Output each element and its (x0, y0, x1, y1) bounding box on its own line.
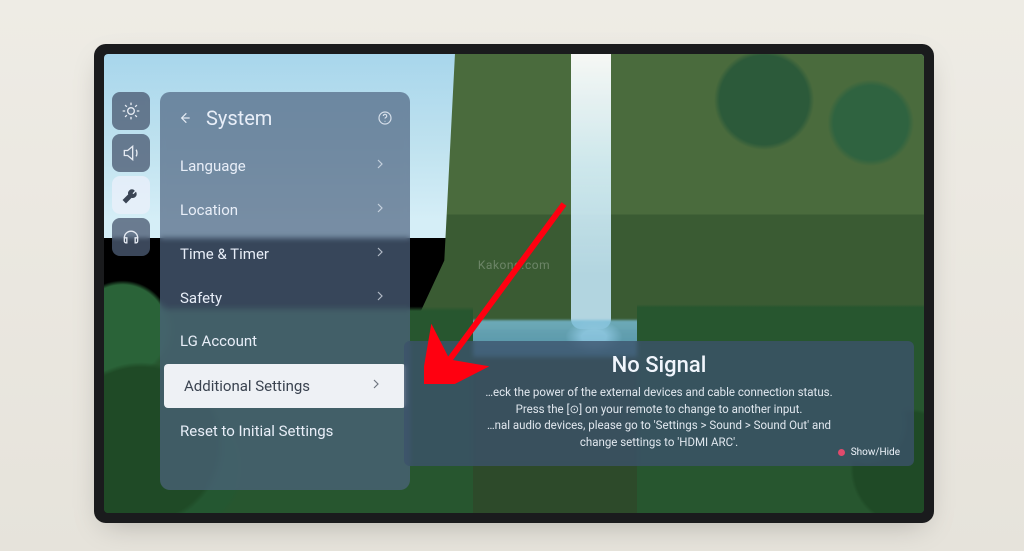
menu-item-language[interactable]: Language (160, 144, 410, 188)
hint-dot-icon (838, 449, 845, 456)
toast-line: change settings to 'HDMI ARC'. (424, 434, 894, 451)
menu-item-lg-account[interactable]: LG Account (160, 320, 410, 362)
brightness-icon[interactable] (112, 92, 150, 130)
toast-title: No Signal (424, 353, 894, 378)
menu-item-label: Time & Timer (180, 245, 269, 263)
back-icon[interactable] (174, 107, 196, 129)
menu-item-label: Safety (180, 289, 222, 307)
menu-item-label: Language (180, 157, 246, 175)
menu-item-label: Additional Settings (184, 377, 310, 395)
tv-frame: Kakond.com System Language (104, 54, 924, 513)
menu-item-reset[interactable]: Reset to Initial Settings (160, 410, 410, 452)
panel-title: System (206, 106, 364, 130)
wrench-icon[interactable] (112, 176, 150, 214)
volume-icon[interactable] (112, 134, 150, 172)
menu-item-label: Location (180, 201, 238, 219)
toast-hint-label: Show/Hide (851, 447, 900, 458)
headset-icon[interactable] (112, 218, 150, 256)
toast-hint[interactable]: Show/Hide (838, 447, 900, 458)
system-settings-panel: System Language Location Time & Timer Sa… (160, 92, 410, 490)
menu-item-safety[interactable]: Safety (160, 276, 410, 320)
menu-item-label: LG Account (180, 332, 257, 350)
menu-item-additional-settings[interactable]: Additional Settings (164, 364, 406, 408)
toast-line: …eck the power of the external devices a… (424, 384, 894, 401)
toast-line: Press the [⊙] on your remote to change t… (424, 401, 894, 418)
menu-item-location[interactable]: Location (160, 188, 410, 232)
menu-item-label: Reset to Initial Settings (180, 422, 333, 440)
no-signal-toast: No Signal …eck the power of the external… (404, 341, 914, 466)
chevron-right-icon (368, 376, 384, 396)
chevron-right-icon (372, 200, 388, 220)
toast-line: …nal audio devices, please go to 'Settin… (424, 417, 894, 434)
chevron-right-icon (372, 244, 388, 264)
panel-header: System (160, 96, 410, 144)
chevron-right-icon (372, 156, 388, 176)
menu-list: Language Location Time & Timer Safety LG… (160, 144, 410, 452)
help-icon[interactable] (374, 107, 396, 129)
chevron-right-icon (372, 288, 388, 308)
menu-item-time-timer[interactable]: Time & Timer (160, 232, 410, 276)
settings-icon-rail (112, 92, 150, 256)
